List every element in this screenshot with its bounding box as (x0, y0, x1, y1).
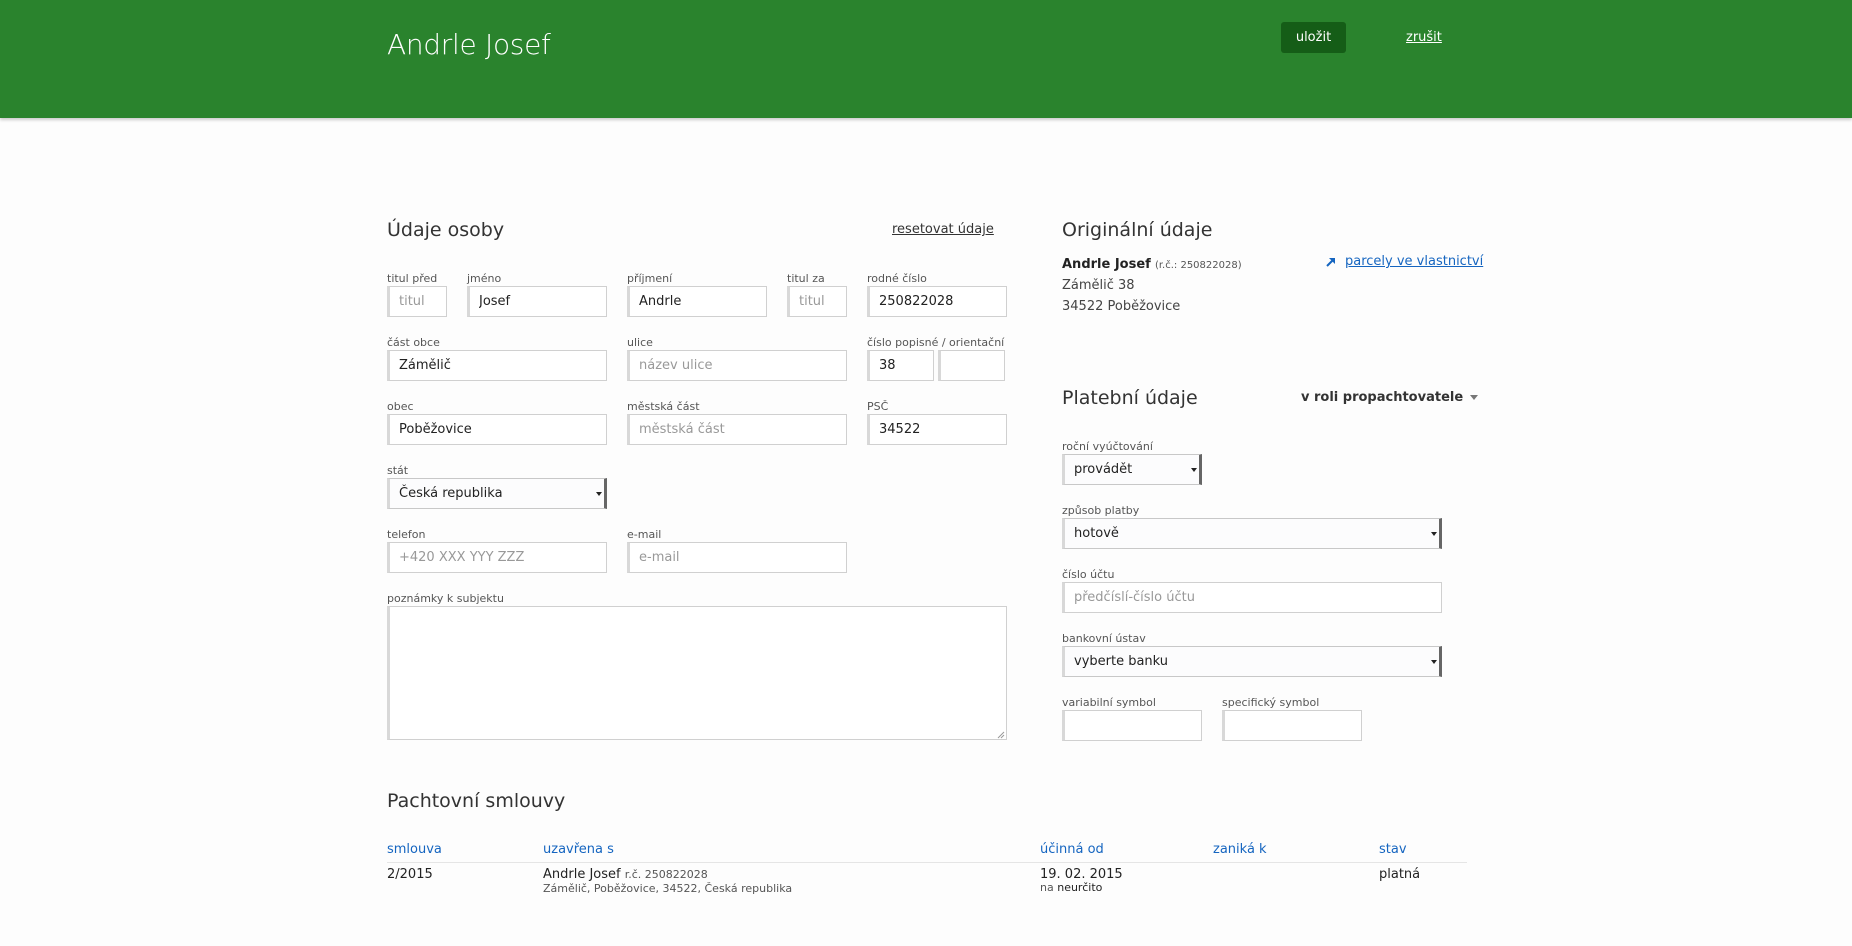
column-header-effective-from[interactable]: účinná od (1040, 842, 1104, 857)
annual-billing-value: provádět (1074, 462, 1133, 477)
cancel-link[interactable]: zrušit (1406, 30, 1442, 45)
original-city: 34522 Poběžovice (1062, 299, 1181, 314)
title-before-label: titul před (387, 272, 438, 285)
specific-symbol-input[interactable] (1222, 710, 1362, 741)
account-number-label: číslo účtu (1062, 568, 1115, 581)
parcels-link[interactable]: parcely ve vlastnictví (1325, 254, 1483, 269)
page-title: Andrle Josef (387, 28, 551, 61)
bank-select-value: vyberte banku (1074, 654, 1169, 669)
column-header-status[interactable]: stav (1379, 842, 1407, 857)
variable-symbol-input[interactable] (1062, 710, 1202, 741)
status-value: platná (1379, 867, 1421, 882)
title-after-input[interactable] (787, 286, 847, 317)
street-input[interactable] (627, 350, 847, 381)
party-address: Zámělič, Poběžovice, 34522, Česká republ… (543, 882, 793, 895)
duration-value: neurčito (1057, 881, 1103, 894)
duration-prefix: na (1040, 881, 1054, 894)
chevron-down-icon (1431, 660, 1437, 664)
original-street: Zámělič 38 (1062, 278, 1135, 293)
account-number-input[interactable] (1062, 582, 1442, 613)
first-name-input[interactable] (467, 286, 607, 317)
birth-number-input[interactable] (867, 286, 1007, 317)
annual-billing-label: roční vyúčtování (1062, 440, 1153, 453)
person-section-title: Údaje osoby (387, 219, 505, 241)
notes-label: poznámky k subjektu (387, 592, 504, 605)
column-header-ends[interactable]: zaniká k (1213, 842, 1267, 857)
chevron-down-icon (596, 492, 602, 496)
municipality-input[interactable] (387, 414, 607, 445)
original-name: Andrle Josef (r.č.: 250822028) (1062, 257, 1242, 272)
district-input[interactable] (387, 350, 607, 381)
party-cell: Andrle Josef r.č. 250822028 (543, 867, 708, 882)
contracts-section-title: Pachtovní smlouvy (387, 790, 566, 812)
email-input[interactable] (627, 542, 847, 573)
bank-label: bankovní ústav (1062, 632, 1146, 645)
external-arrow-icon (1326, 257, 1335, 267)
party-name: Andrle Josef (543, 867, 621, 882)
phone-label: telefon (387, 528, 426, 541)
top-header: Andrle Josef uložit zrušit (0, 0, 1852, 118)
effective-from: 19. 02. 2015 (1040, 867, 1123, 882)
zip-input[interactable] (867, 414, 1007, 445)
bank-select[interactable]: vyberte banku (1062, 646, 1442, 677)
payment-method-label: způsob platby (1062, 504, 1140, 517)
table-header-divider (387, 862, 1467, 863)
annual-billing-select[interactable]: provádět (1062, 454, 1202, 485)
role-dropdown-label: v roli propachtovatele (1301, 390, 1464, 405)
street-label: ulice (627, 336, 653, 349)
specific-symbol-label: specifický symbol (1222, 696, 1320, 709)
original-name-text: Andrle Josef (1062, 257, 1151, 272)
payment-method-select[interactable]: hotově (1062, 518, 1442, 549)
caret-down-icon (1470, 395, 1479, 400)
parcels-link-label: parcely ve vlastnictví (1345, 254, 1484, 269)
duration: na neurčito (1040, 881, 1102, 894)
first-name-label: jméno (467, 272, 502, 285)
variable-symbol-label: variabilní symbol (1062, 696, 1156, 709)
email-label: e-mail (627, 528, 662, 541)
country-select-value: Česká republika (399, 486, 503, 501)
surname-label: příjmení (627, 272, 673, 285)
house-number-input[interactable] (867, 350, 934, 381)
phone-input[interactable] (387, 542, 607, 573)
country-label: stát (387, 464, 409, 477)
title-before-input[interactable] (387, 286, 447, 317)
chevron-down-icon (1431, 532, 1437, 536)
surname-input[interactable] (627, 286, 767, 317)
original-birth-ref: (r.č.: 250822028) (1154, 260, 1242, 271)
city-part-input[interactable] (627, 414, 847, 445)
orientation-number-input[interactable] (938, 350, 1005, 381)
notes-textarea[interactable] (387, 606, 1007, 740)
original-section-title: Originální údaje (1062, 219, 1213, 241)
title-after-label: titul za (787, 272, 825, 285)
contract-number: 2/2015 (387, 867, 433, 882)
party-ref: r.č. 250822028 (624, 868, 708, 881)
house-number-label: číslo popisné / orientační (867, 336, 1005, 349)
reset-data-link[interactable]: resetovat údaje (892, 222, 994, 237)
payment-section-title: Platební údaje (1062, 387, 1198, 409)
birth-number-label: rodné číslo (867, 272, 927, 285)
role-dropdown[interactable]: v roli propachtovatele (1301, 390, 1479, 405)
city-part-label: městská část (627, 400, 700, 413)
zip-label: PSČ (867, 400, 889, 413)
district-label: část obce (387, 336, 440, 349)
municipality-label: obec (387, 400, 414, 413)
column-header-contract[interactable]: smlouva (387, 842, 442, 857)
chevron-down-icon (1191, 468, 1197, 472)
country-select[interactable]: Česká republika (387, 478, 607, 509)
column-header-party[interactable]: uzavřena s (543, 842, 614, 857)
resize-grip-icon[interactable] (997, 731, 1005, 739)
payment-method-value: hotově (1074, 526, 1119, 541)
save-button[interactable]: uložit (1281, 22, 1346, 53)
